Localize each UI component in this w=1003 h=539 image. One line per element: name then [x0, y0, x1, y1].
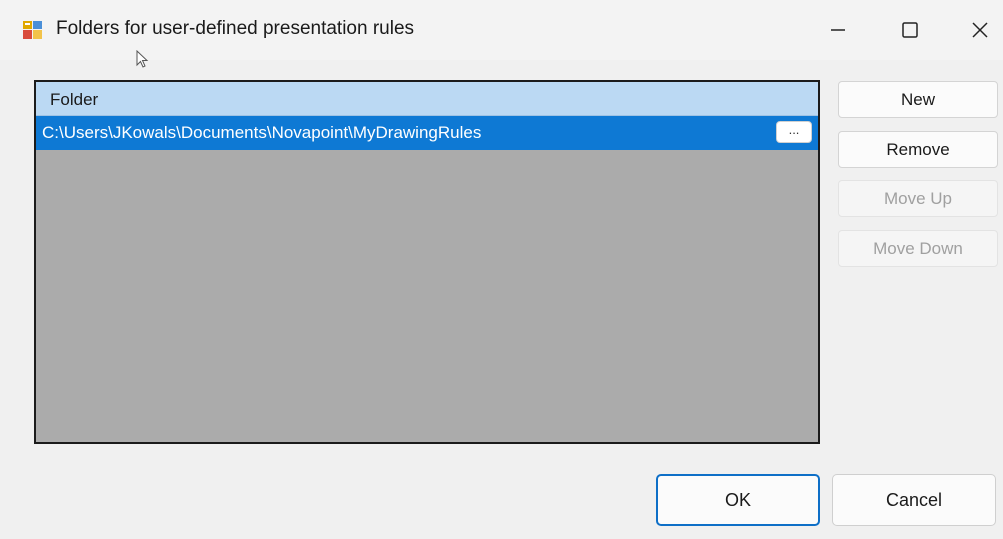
cancel-button[interactable]: Cancel	[832, 474, 996, 526]
move-up-button[interactable]: Move Up	[838, 180, 998, 217]
mouse-cursor-icon	[136, 50, 149, 68]
ok-button[interactable]: OK	[656, 474, 820, 526]
minimize-icon	[831, 29, 845, 31]
folder-path-cell[interactable]: C:\Users\JKowals\Documents\Novapoint\MyD…	[42, 123, 481, 143]
maximize-icon	[902, 22, 918, 38]
title-bar: Folders for user-defined presentation ru…	[0, 0, 1003, 60]
grid-column-header[interactable]: Folder	[36, 82, 818, 116]
grid-row-selected[interactable]: C:\Users\JKowals\Documents\Novapoint\MyD…	[36, 116, 818, 150]
maximize-button[interactable]	[880, 8, 940, 52]
remove-button[interactable]: Remove	[838, 131, 998, 168]
move-down-button[interactable]: Move Down	[838, 230, 998, 267]
minimize-button[interactable]	[808, 8, 868, 52]
folder-grid[interactable]: Folder C:\Users\JKowals\Documents\Novapo…	[34, 80, 820, 444]
app-icon	[23, 21, 42, 39]
dialog-window: Folders for user-defined presentation ru…	[0, 0, 1003, 539]
close-icon	[972, 22, 988, 38]
close-button[interactable]	[950, 8, 1003, 52]
new-button[interactable]: New	[838, 81, 998, 118]
window-title: Folders for user-defined presentation ru…	[56, 18, 415, 39]
browse-folder-button[interactable]: ...	[776, 121, 812, 143]
column-header-folder: Folder	[50, 90, 99, 109]
